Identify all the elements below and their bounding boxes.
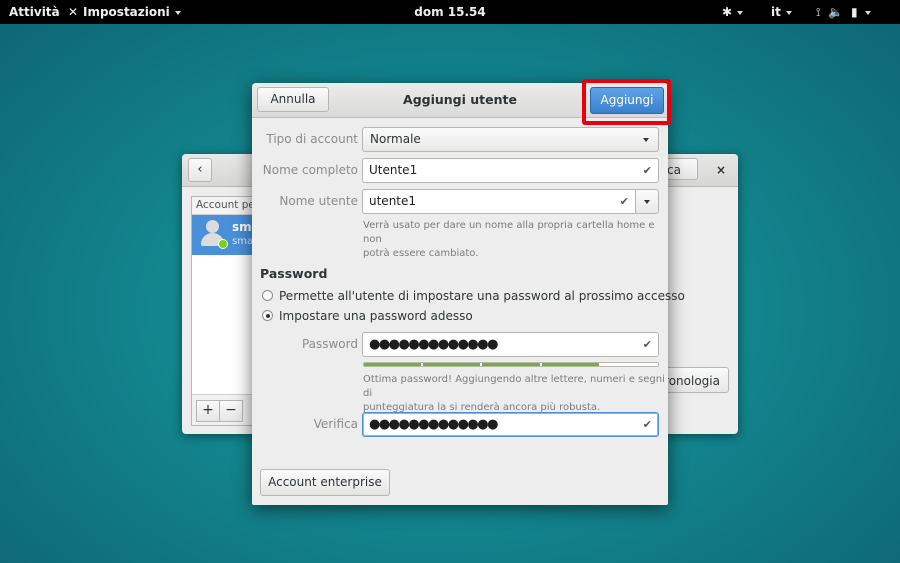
full-name-input[interactable]: Utente1 ✔ [362, 158, 659, 183]
language-menu[interactable]: it [771, 0, 792, 24]
app-menu[interactable]: ✕ Impostazioni [67, 0, 181, 24]
valid-check-icon: ✔ [642, 338, 652, 351]
app-menu-label: Impostazioni [83, 5, 170, 19]
chevron-down-icon [737, 10, 744, 15]
unlock-button-label: ca [667, 163, 681, 177]
add-button[interactable]: Aggiungi [590, 87, 664, 114]
top-bar: Attività ✕ Impostazioni dom 15.54 ✱ it ⟟ … [0, 0, 900, 24]
strength-segment [423, 363, 481, 366]
dialog-title: Aggiungi utente [403, 92, 517, 107]
valid-check-icon: ✔ [642, 164, 652, 177]
accessibility-icon: ✱ [722, 5, 733, 19]
user-subtitle: sma [232, 236, 254, 247]
plus-icon: + [202, 402, 214, 418]
dropdown-arrow-icon [644, 200, 650, 204]
radio-next-login-label: Permette all'utente di impostare una pas… [279, 289, 685, 303]
verify-value: ●●●●●●●●●●●●● [369, 417, 498, 432]
accessibility-menu[interactable]: ✱ [722, 0, 744, 24]
back-icon: ‹ [197, 162, 203, 177]
chevron-down-icon [174, 10, 181, 15]
minus-icon: − [225, 402, 237, 418]
remove-user-button[interactable]: − [219, 400, 243, 422]
username-value: utente1 [369, 194, 417, 208]
enterprise-account-button[interactable]: Account enterprise [260, 469, 390, 496]
close-icon: × [715, 163, 727, 177]
username-hint-line1: Verrà usato per dare un nome alla propri… [363, 220, 655, 245]
strength-segment [600, 363, 659, 366]
radio-set-password-now[interactable]: Impostare una password adesso [262, 307, 473, 325]
dialog-header: Annulla Aggiungi utente Aggiungi [252, 83, 668, 118]
tools-icon: ✕ [67, 5, 79, 19]
strength-segment [364, 363, 422, 366]
strength-segment [541, 363, 599, 366]
online-status-icon [218, 239, 228, 249]
language-label: it [771, 5, 781, 19]
account-type-label: Tipo di account [266, 132, 358, 146]
close-window-button[interactable]: × [712, 158, 730, 182]
back-button[interactable]: ‹ [188, 158, 212, 182]
password-section-title: Password [260, 266, 328, 281]
radio-set-password-next-login[interactable]: Permette all'utente di impostare una pas… [262, 287, 685, 305]
valid-check-icon: ✔ [642, 418, 652, 431]
full-name-label: Nome completo [262, 163, 358, 177]
history-button-label: ronologia [664, 374, 720, 388]
username-suggestions-button[interactable] [635, 189, 659, 214]
chevron-down-icon [785, 10, 792, 15]
radio-now-label: Impostare una password adesso [279, 309, 473, 323]
password-hint-line1: Ottima password! Aggiungendo altre lette… [363, 374, 665, 399]
chevron-down-icon [864, 10, 871, 15]
username-hint: Verrà usato per dare un nome alla propri… [363, 219, 668, 261]
password-value: ●●●●●●●●●●●●● [369, 337, 498, 352]
strength-segment [482, 363, 540, 366]
add-user-dialog: Annulla Aggiungi utente Aggiungi Tipo di… [252, 83, 685, 505]
account-type-combo[interactable]: Normale [362, 127, 659, 152]
clock[interactable]: dom 15.54 [414, 5, 485, 19]
avatar [199, 220, 228, 249]
password-label: Password [301, 337, 358, 351]
cancel-button[interactable]: Annulla [257, 87, 329, 112]
valid-check-icon: ✔ [619, 195, 629, 208]
password-hint: Ottima password! Aggiungendo altre lette… [363, 373, 668, 415]
system-status-icons: ⟟ 🔈 ▮ [816, 5, 860, 19]
verify-password-input[interactable]: ●●●●●●●●●●●●● ✔ [362, 412, 659, 437]
username-label: Nome utente [279, 194, 358, 208]
radio-off-icon [262, 290, 273, 301]
password-input[interactable]: ●●●●●●●●●●●●● ✔ [362, 332, 659, 357]
activities-button[interactable]: Attività [9, 0, 60, 24]
verify-label: Verifica [313, 417, 358, 431]
avatar-head [206, 220, 219, 233]
username-input[interactable]: utente1 ✔ [362, 189, 636, 214]
dropdown-arrow-icon [643, 138, 649, 142]
account-type-value: Normale [370, 132, 421, 146]
full-name-value: Utente1 [369, 163, 418, 177]
password-strength-meter [363, 362, 659, 367]
add-user-button[interactable]: + [196, 400, 220, 422]
system-status-menu[interactable]: ⟟ 🔈 ▮ [816, 0, 871, 24]
radio-on-icon [262, 310, 273, 321]
username-hint-line2: potrà essere cambiato. [363, 248, 479, 259]
